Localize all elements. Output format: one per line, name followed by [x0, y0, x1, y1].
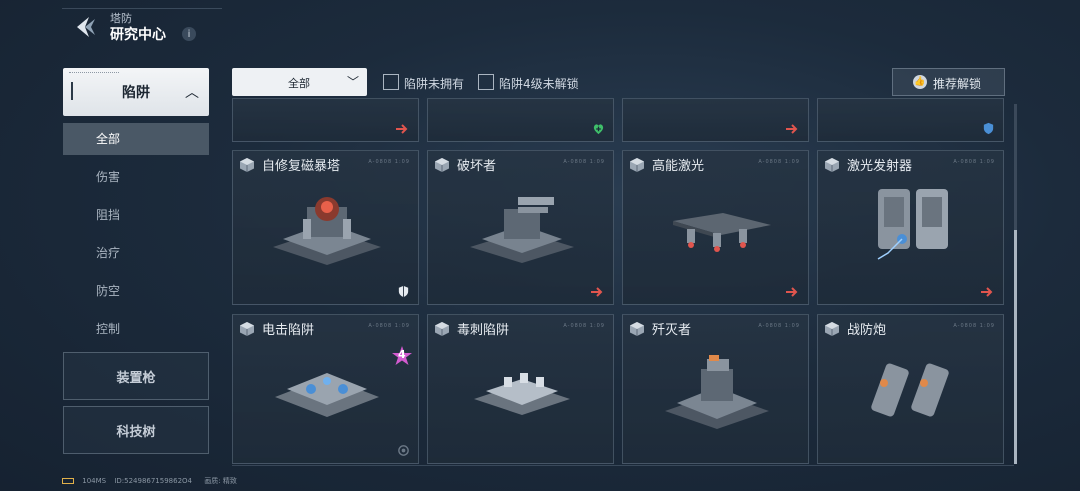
arrow-right-icon [981, 287, 993, 297]
anti-tank-cannon-image [871, 363, 949, 417]
battery-icon [62, 478, 74, 484]
cube-icon [825, 322, 839, 336]
card-name: 战防炮 [847, 323, 887, 338]
thumbs-up-icon: 👍 [913, 75, 927, 89]
cube-icon [435, 158, 449, 172]
recommend-unlock-label: 推荐解锁 [933, 77, 982, 91]
lv4-locked-label: 陷阱4级未解锁 [499, 77, 579, 91]
ping-text: 104MS [82, 477, 107, 485]
lv4-locked-checkbox[interactable] [478, 74, 494, 90]
card-name: 歼灭者 [652, 323, 692, 338]
cube-icon [630, 322, 644, 336]
arrow-right-icon [591, 287, 603, 297]
chevron-down-icon: ﹀ [346, 75, 359, 89]
card-destroyer[interactable]: 破坏者 A-0808 1:09 [427, 150, 614, 305]
cube-icon [435, 322, 449, 336]
card-name: 自修复磁暴塔 [262, 159, 341, 174]
card-serial: A-0808 1:09 [953, 159, 995, 165]
chevron-up-icon: ︿ [185, 85, 199, 101]
arrow-right-icon [786, 124, 798, 134]
card-partial-3[interactable] [622, 98, 809, 142]
sub-item-block[interactable]: 阻挡 [63, 199, 209, 231]
level-number: 4 [398, 348, 406, 361]
not-owned-checkbox[interactable] [383, 74, 399, 90]
card-serial: A-0808 1:09 [563, 323, 605, 329]
back-arrow-icon [77, 17, 95, 37]
card-name: 激光发射器 [847, 159, 913, 174]
page-title: 研究中心 [110, 27, 166, 43]
category-device-gun[interactable]: 装置枪 [63, 352, 209, 400]
card-serial: A-0808 1:09 [758, 159, 800, 165]
divider [232, 465, 1014, 466]
annihilator-image [665, 355, 769, 429]
arrow-right-icon [786, 287, 798, 297]
status-footer: 104MS ID:5249867159862O4 画质: 精致 [62, 476, 237, 486]
info-icon[interactable]: i [182, 27, 196, 41]
card-shock-trap[interactable]: 电击陷阱 A-0808 1:09 4 [232, 314, 419, 464]
cube-icon [825, 158, 839, 172]
card-anti-tank-cannon[interactable]: 战防炮 A-0808 1:09 [817, 314, 1004, 464]
not-owned-label: 陷阱未拥有 [404, 77, 465, 91]
category-tech-tree-label: 科技树 [116, 425, 156, 440]
card-name: 毒刺陷阱 [457, 323, 510, 338]
card-serial: A-0808 1:09 [368, 323, 410, 329]
back-button[interactable] [64, 12, 104, 42]
category-tech-tree[interactable]: 科技树 [63, 406, 209, 454]
card-laser-emitter[interactable]: 激光发射器 A-0808 1:09 [817, 150, 1004, 305]
shock-trap-image [275, 373, 379, 417]
card-self-repair-tesla[interactable]: 自修复磁暴塔 A-0808 1:09 [232, 150, 419, 305]
cube-icon [240, 158, 254, 172]
card-high-energy-laser[interactable]: 高能激光 A-0808 1:09 [622, 150, 809, 305]
card-serial: A-0808 1:09 [368, 159, 410, 165]
sub-item-damage[interactable]: 伤害 [63, 161, 209, 193]
card-name: 破坏者 [457, 159, 497, 174]
quality-text: 画质: 精致 [204, 477, 237, 485]
shield-icon [983, 122, 994, 135]
scrollbar-thumb[interactable] [1014, 230, 1017, 464]
filter-dropdown-value: 全部 [288, 77, 310, 90]
recommend-unlock-button[interactable]: 👍 推荐解锁 [892, 68, 1005, 96]
card-name: 高能激光 [652, 159, 705, 174]
sub-item-antiair[interactable]: 防空 [63, 275, 209, 307]
decoration-line [69, 72, 119, 75]
cube-icon [240, 322, 254, 336]
card-annihilator[interactable]: 歼灭者 A-0808 1:09 [622, 314, 809, 464]
laser-emitter-image [877, 189, 948, 260]
card-name: 电击陷阱 [262, 323, 315, 338]
card-partial-4[interactable] [817, 98, 1004, 142]
sub-item-heal[interactable]: 治疗 [63, 237, 209, 269]
category-trap[interactable]: 陷阱 ︿ [63, 68, 209, 116]
arrow-right-icon [396, 124, 408, 134]
heal-icon [593, 124, 604, 135]
cube-icon [630, 158, 644, 172]
card-sting-trap[interactable]: 毒刺陷阱 A-0808 1:09 [427, 314, 614, 464]
sub-item-all[interactable]: 全部 [63, 123, 209, 155]
card-serial: A-0808 1:09 [758, 323, 800, 329]
gear-icon [398, 445, 409, 456]
sub-item-control[interactable]: 控制 [63, 313, 209, 345]
sting-trap-image [474, 373, 570, 415]
filter-dropdown[interactable]: 全部 ﹀ [232, 68, 367, 96]
shield-icon [398, 285, 409, 298]
card-partial-2[interactable] [427, 98, 614, 142]
card-serial: A-0808 1:09 [953, 323, 995, 329]
category-device-gun-label: 装置枪 [116, 371, 156, 386]
tesla-tower-image [273, 197, 381, 265]
destroyer-image [470, 197, 574, 263]
high-energy-laser-image [673, 213, 771, 252]
player-id-text: ID:5249867159862O4 [114, 477, 192, 485]
card-serial: A-0808 1:09 [563, 159, 605, 165]
card-partial-1[interactable] [232, 98, 419, 142]
